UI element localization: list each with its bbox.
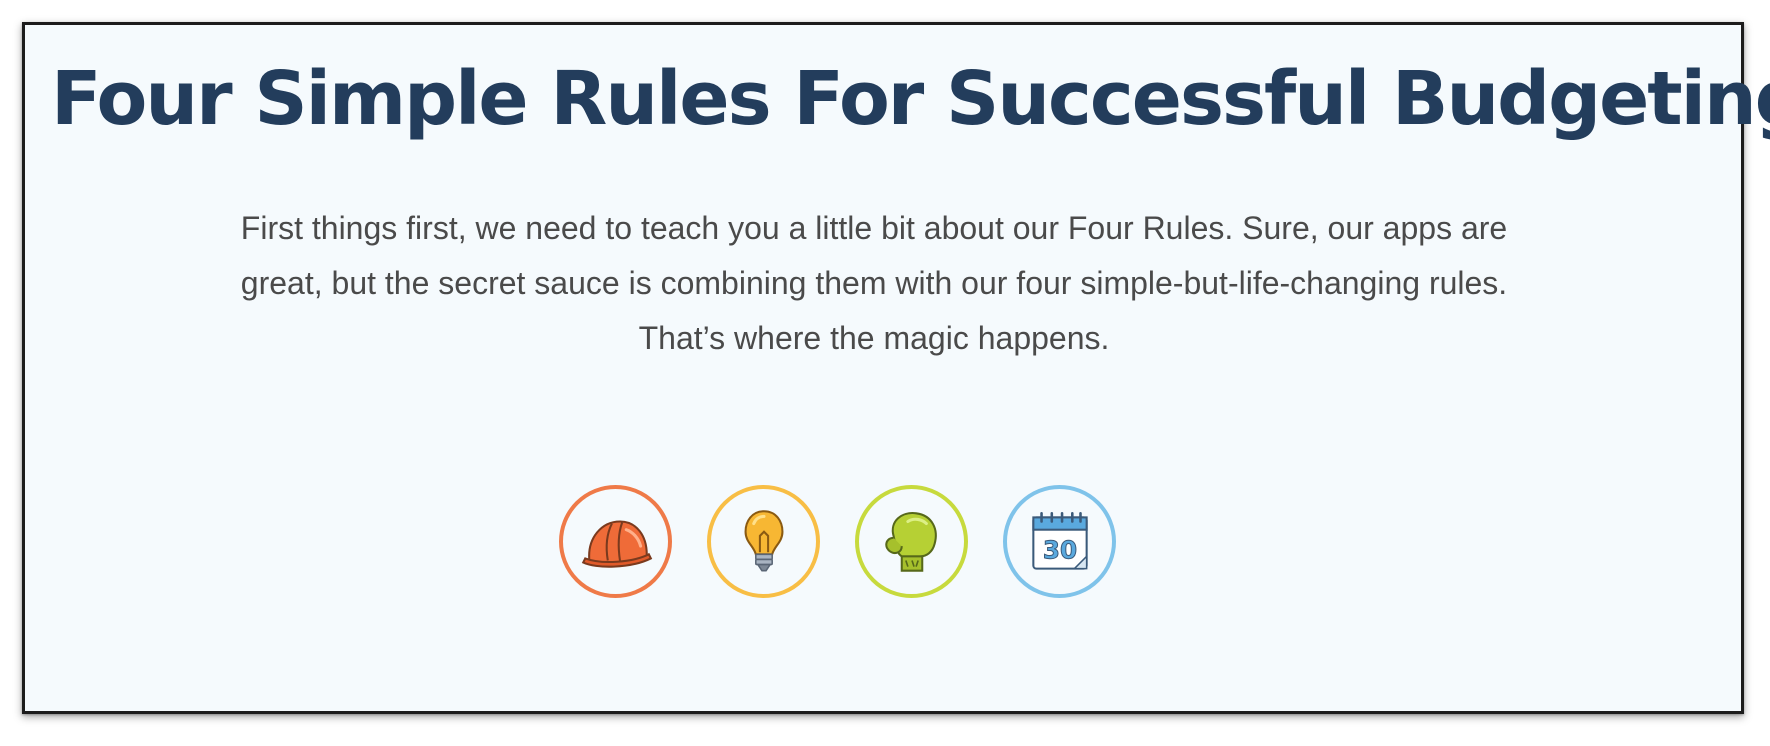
boxing-glove-icon (884, 511, 937, 572)
rule-2-button[interactable] (707, 485, 820, 598)
calendar-day-label: 30 (1042, 535, 1076, 564)
light-bulb-icon (744, 509, 783, 571)
budgeting-rules-panel: Four Simple Rules For Successful Budgeti… (22, 22, 1770, 714)
page-title: Four Simple Rules For Successful Budgeti… (51, 56, 1770, 142)
rule-3-button[interactable] (855, 485, 968, 598)
rules-icon-row: 30 (559, 485, 1116, 598)
rule-4-button[interactable]: 30 (1003, 485, 1116, 598)
hard-hat-icon (581, 519, 652, 568)
calendar-icon: 30 (1031, 511, 1088, 570)
rule-1-button[interactable] (559, 485, 672, 598)
intro-paragraph: First things first, we need to teach you… (240, 210, 1508, 356)
